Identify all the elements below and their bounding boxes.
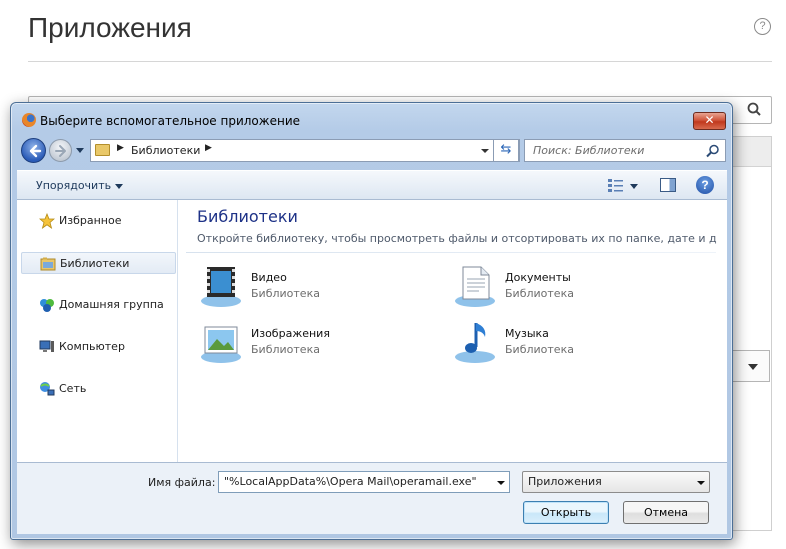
library-type: Библиотека xyxy=(505,287,574,300)
library-name: Документы xyxy=(505,271,571,284)
chevron-down-icon[interactable] xyxy=(497,481,505,485)
library-name: Изображения xyxy=(251,327,330,340)
change-view-icon[interactable] xyxy=(608,179,623,192)
search-icon[interactable] xyxy=(705,143,721,159)
firefox-icon xyxy=(22,113,36,127)
address-history-dropdown[interactable] xyxy=(481,149,489,153)
nav-item-favorites[interactable]: Избранное xyxy=(21,210,176,232)
documents-library-icon xyxy=(455,266,495,307)
nav-item-libraries[interactable]: Библиотеки xyxy=(21,252,176,274)
nav-item-computer[interactable]: Компьютер xyxy=(21,336,176,358)
content-heading: Библиотеки xyxy=(197,207,298,226)
library-name: Видео xyxy=(251,271,287,284)
library-name: Музыка xyxy=(505,327,549,340)
open-button[interactable]: Открыть xyxy=(523,501,609,524)
forward-button[interactable] xyxy=(49,139,72,162)
chevron-down-icon[interactable] xyxy=(697,481,705,485)
help-button[interactable]: ? xyxy=(696,176,714,194)
action-select-dropdown[interactable] xyxy=(730,350,770,382)
library-type: Библиотека xyxy=(251,287,320,300)
search-icon[interactable] xyxy=(738,97,771,123)
nav-item-label: Избранное xyxy=(59,214,122,227)
nav-item-label: Сеть xyxy=(59,382,87,395)
dialog-footer: Имя файла: "%LocalAppData%\Opera Mail\op… xyxy=(17,462,727,534)
back-button[interactable] xyxy=(21,138,46,163)
nav-item-label: Домашняя группа xyxy=(59,298,164,311)
library-item-video[interactable]: Видео Библиотека xyxy=(197,263,397,311)
breadcrumb-chevron-icon[interactable]: ▶ xyxy=(117,143,124,153)
dialog-title: Выберите вспомогательное приложение xyxy=(40,114,300,128)
homegroup-icon xyxy=(40,299,54,312)
nav-item-label: Компьютер xyxy=(59,340,125,353)
filename-value: "%LocalAppData%\Opera Mail\operamail.exe… xyxy=(224,475,477,488)
folder-icon xyxy=(95,144,110,156)
search-placeholder: Поиск: Библиотеки xyxy=(533,144,645,157)
pictures-library-icon xyxy=(201,326,241,363)
filename-input[interactable]: "%LocalAppData%\Opera Mail\operamail.exe… xyxy=(218,471,510,493)
video-library-icon xyxy=(201,267,241,307)
preview-pane-icon[interactable] xyxy=(660,178,676,192)
library-item-pictures[interactable]: Изображения Библиотека xyxy=(197,319,397,367)
library-item-music[interactable]: Музыка Библиотека xyxy=(451,319,651,367)
recent-locations-dropdown[interactable] xyxy=(76,148,84,153)
libraries-folder-icon xyxy=(40,257,56,271)
library-type: Библиотека xyxy=(505,343,574,356)
command-toolbar: Упорядочить ? xyxy=(17,170,727,200)
choose-helper-app-dialog: Выберите вспомогательное приложение ✕ ▶ … xyxy=(10,102,733,540)
cancel-button[interactable]: Отмена xyxy=(623,501,709,524)
title-divider xyxy=(28,61,772,62)
library-item-documents[interactable]: Документы Библиотека xyxy=(451,263,651,311)
refresh-button[interactable]: ⇆ xyxy=(493,139,519,162)
organize-menu-button[interactable]: Упорядочить xyxy=(36,179,111,192)
music-library-icon xyxy=(455,323,495,363)
page-title: Приложения xyxy=(28,12,192,43)
close-button[interactable]: ✕ xyxy=(693,112,726,130)
content-subheading: Откройте библиотеку, чтобы просмотреть ф… xyxy=(197,232,717,245)
breadcrumb-chevron-icon[interactable]: ▶ xyxy=(205,143,212,153)
filetype-select[interactable]: Приложения xyxy=(522,471,710,493)
libraries-content-pane: Библиотеки Откройте библиотеку, чтобы пр… xyxy=(178,200,727,462)
dialog-search-input[interactable]: Поиск: Библиотеки xyxy=(524,139,726,162)
chevron-down-icon[interactable] xyxy=(115,184,123,189)
filename-label: Имя файла: xyxy=(148,476,216,489)
nav-item-homegroup[interactable]: Домашняя группа xyxy=(21,294,176,316)
view-options-dropdown[interactable] xyxy=(630,184,638,189)
content-divider xyxy=(186,252,716,253)
nav-item-label: Библиотеки xyxy=(60,257,130,270)
help-icon[interactable]: ? xyxy=(754,18,771,35)
filetype-value: Приложения xyxy=(528,475,602,488)
navigation-pane: Избранное Библиотеки Домашняя группа Ком… xyxy=(17,200,178,462)
nav-item-network[interactable]: Сеть xyxy=(21,378,176,400)
star-icon xyxy=(39,213,55,229)
address-bar[interactable]: ▶ Библиотеки ▶ xyxy=(90,139,520,162)
breadcrumb-libraries[interactable]: Библиотеки xyxy=(131,144,200,157)
computer-icon xyxy=(39,340,54,352)
network-icon xyxy=(40,382,55,396)
library-type: Библиотека xyxy=(251,343,320,356)
